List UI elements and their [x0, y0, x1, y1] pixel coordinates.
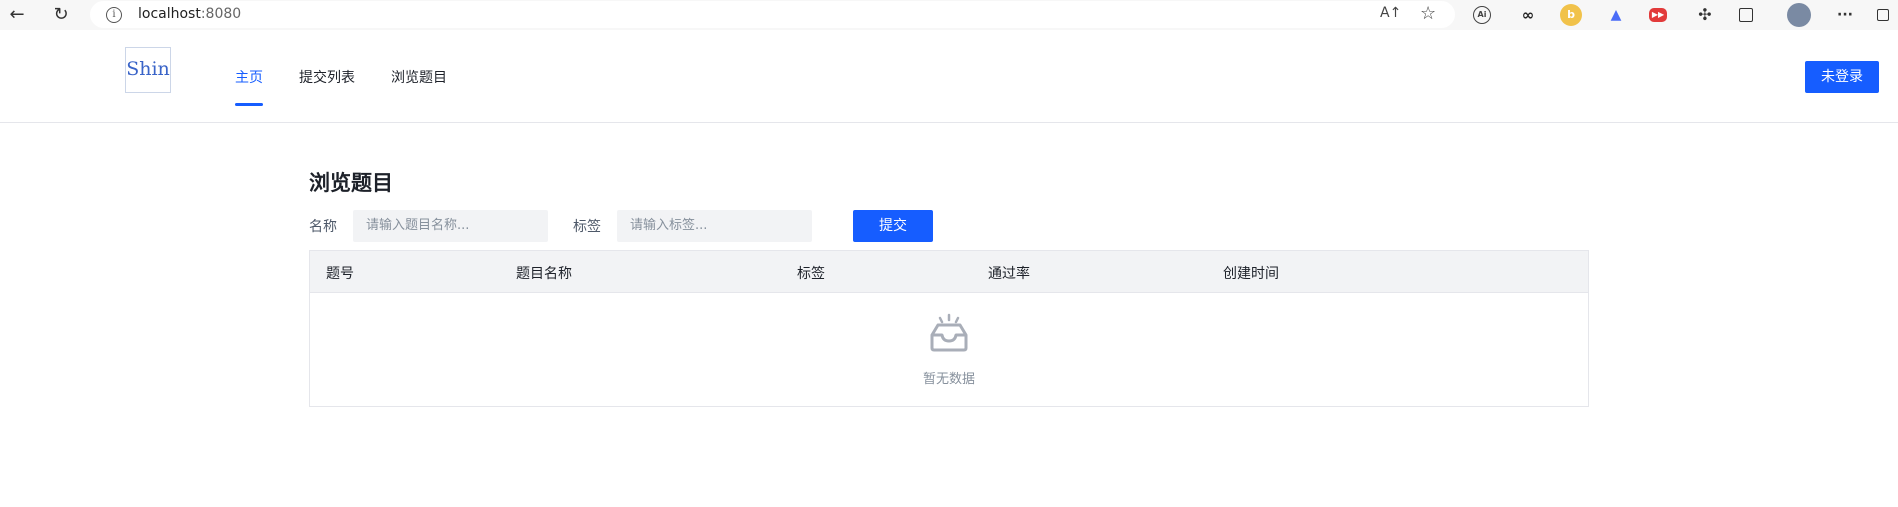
split-screen-icon[interactable]: [1739, 8, 1753, 22]
app-header: Shin 主页 提交列表 浏览题目 未登录: [0, 30, 1898, 123]
more-options-icon[interactable]: ···: [1834, 4, 1856, 26]
url-text[interactable]: localhost:8080: [138, 6, 241, 22]
reload-icon[interactable]: ↻: [49, 3, 73, 27]
infinity-extension-icon[interactable]: ∞: [1517, 4, 1539, 26]
column-header-id[interactable]: 题号: [326, 263, 354, 283]
active-nav-indicator: [235, 103, 263, 106]
site-info-icon[interactable]: i: [106, 7, 122, 23]
empty-inbox-icon: [930, 313, 968, 352]
nav-browse-problems[interactable]: 浏览题目: [391, 67, 447, 87]
triangle-extension-icon[interactable]: ▲: [1605, 4, 1627, 26]
profile-avatar[interactable]: [1787, 3, 1811, 27]
tag-filter-label: 标签: [573, 219, 601, 235]
address-bar[interactable]: i localhost:8080 A↑ ☆: [90, 1, 1455, 28]
browser-toolbar: ← ↻ i localhost:8080 A↑ ☆ Ai ∞ b ▲ ▶▶ ✣ …: [0, 0, 1898, 30]
login-button[interactable]: 未登录: [1805, 61, 1879, 93]
column-header-pass-rate[interactable]: 通过率: [988, 263, 1030, 283]
column-header-title[interactable]: 题目名称: [516, 263, 572, 283]
page-title: 浏览题目: [309, 171, 393, 195]
tag-search-input[interactable]: 请输入标签...: [617, 210, 812, 242]
extension-icon[interactable]: Ai: [1473, 6, 1491, 24]
nav-submission-list[interactable]: 提交列表: [299, 67, 355, 87]
favorite-star-icon[interactable]: ☆: [1420, 3, 1436, 24]
puzzle-extensions-icon[interactable]: ✣: [1694, 4, 1716, 26]
column-header-tags[interactable]: 标签: [797, 263, 825, 283]
problem-table: 题号 题目名称 标签 通过率 创建时间 暂无数据: [309, 250, 1589, 407]
back-icon[interactable]: ←: [5, 3, 29, 27]
read-aloud-icon[interactable]: A↑: [1380, 5, 1401, 21]
sidebar-toggle-icon[interactable]: [1877, 9, 1889, 21]
table-header: 题号 题目名称 标签 通过率 创建时间: [310, 251, 1588, 293]
site-logo[interactable]: Shin: [125, 47, 171, 93]
gold-extension-icon[interactable]: b: [1560, 4, 1582, 26]
nav-home[interactable]: 主页: [235, 67, 263, 87]
column-header-created-time[interactable]: 创建时间: [1223, 263, 1279, 283]
name-search-input[interactable]: 请输入题目名称...: [353, 210, 548, 242]
video-extension-icon[interactable]: ▶▶: [1649, 8, 1667, 22]
submit-button[interactable]: 提交: [853, 210, 933, 242]
empty-state-text: 暂无数据: [922, 372, 975, 387]
name-filter-label: 名称: [309, 219, 337, 235]
